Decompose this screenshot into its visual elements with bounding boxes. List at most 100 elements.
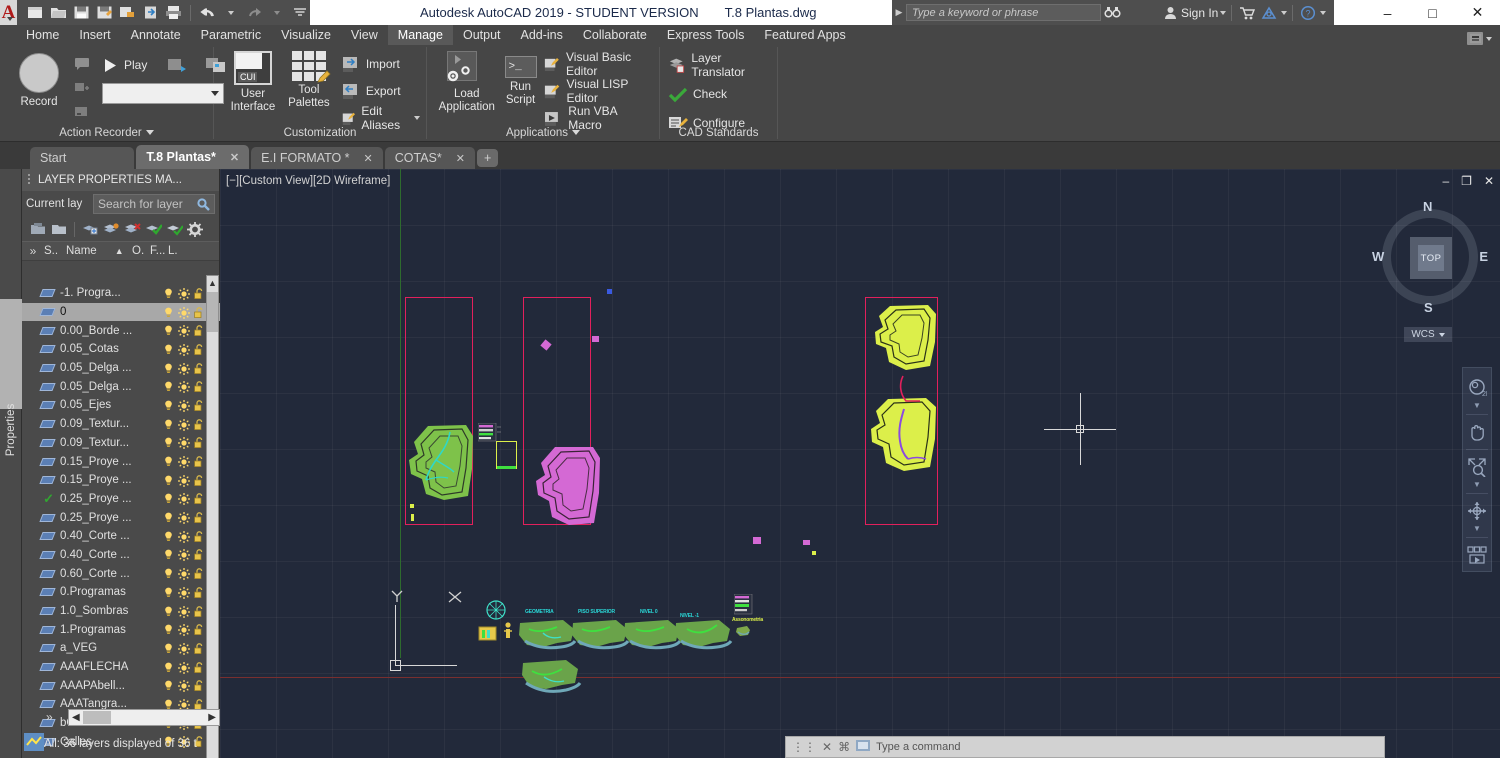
- layer-on-icon[interactable]: [164, 549, 173, 560]
- layer-lock-icon[interactable]: [194, 437, 204, 449]
- panel-title-action-recorder[interactable]: Action Recorder: [0, 123, 213, 142]
- tool-palettes-button[interactable]: Tool Palettes: [284, 49, 334, 110]
- visual-lisp-editor-button[interactable]: Visual LISP Editor: [544, 77, 653, 105]
- zoom-extents-icon[interactable]: [1465, 455, 1489, 479]
- open-folder-icon[interactable]: [48, 3, 68, 23]
- layer-on-icon[interactable]: [164, 587, 173, 598]
- properties-palette-strip[interactable]: Properties: [0, 169, 22, 758]
- command-history-close-icon[interactable]: ✕: [822, 740, 832, 754]
- layer-row[interactable]: 0.Programas: [22, 583, 220, 602]
- help-icon[interactable]: ?: [1298, 3, 1318, 23]
- application-menu-button[interactable]: A: [0, 0, 17, 25]
- layer-lock-icon[interactable]: [194, 288, 204, 299]
- tab-parametric[interactable]: Parametric: [191, 25, 271, 45]
- column-header-freeze[interactable]: F...: [150, 245, 168, 257]
- layer-freeze-icon[interactable]: [178, 381, 190, 394]
- search-expand-icon[interactable]: ▶: [892, 7, 906, 18]
- layer-lock-icon[interactable]: [194, 605, 204, 617]
- layer-on-icon[interactable]: [164, 437, 173, 448]
- layer-freeze-icon[interactable]: [178, 530, 190, 543]
- view-cube-south[interactable]: S: [1424, 300, 1433, 315]
- drag-grip-icon[interactable]: [28, 174, 30, 186]
- layer-lock-icon[interactable]: [194, 325, 204, 337]
- layer-row[interactable]: 0.09_Textur...: [22, 434, 220, 453]
- layer-on-icon[interactable]: [164, 456, 173, 467]
- pan-hand-icon[interactable]: [1465, 420, 1489, 444]
- layer-freeze-icon[interactable]: [178, 399, 190, 412]
- tab-manage[interactable]: Manage: [387, 25, 453, 45]
- scroll-up-icon[interactable]: ▲: [207, 276, 218, 290]
- layer-freeze-icon[interactable]: [178, 512, 190, 525]
- chevron-down-icon[interactable]: ▼: [1473, 525, 1481, 533]
- new-file-icon[interactable]: [25, 3, 45, 23]
- tab-annotate[interactable]: Annotate: [121, 25, 191, 45]
- column-header-status[interactable]: S..: [44, 245, 66, 257]
- layer-filter-badge-icon[interactable]: [24, 733, 44, 751]
- app-dropdown-icon[interactable]: [1281, 10, 1288, 15]
- layer-lock-icon[interactable]: [194, 568, 204, 580]
- view-cube-west[interactable]: W: [1372, 249, 1384, 264]
- terrain-plan-yellow-top[interactable]: [872, 304, 940, 372]
- layer-translator-button[interactable]: Layer Translator: [668, 51, 771, 79]
- file-tab-t8-plantas[interactable]: T.8 Plantas* ✕: [136, 145, 250, 169]
- thumbnail-plan-1[interactable]: [517, 617, 577, 655]
- layer-lock-icon[interactable]: [194, 661, 204, 673]
- panel-title-cad-standards[interactable]: CAD Standards: [660, 123, 777, 142]
- layer-on-icon[interactable]: [164, 512, 173, 523]
- check-standards-button[interactable]: Check: [668, 82, 771, 106]
- steering-wheel-icon[interactable]: 2D: [1465, 376, 1489, 400]
- layer-row[interactable]: 0.09_Textur...: [22, 415, 220, 434]
- customize-qat-icon[interactable]: [290, 3, 310, 23]
- search-input[interactable]: Type a keyword or phrase: [906, 4, 1101, 21]
- layer-freeze-icon[interactable]: [178, 586, 190, 599]
- hscrollbar-thumb[interactable]: [83, 711, 111, 724]
- layer-row[interactable]: 0.05_Delga ...: [22, 359, 220, 378]
- layer-freeze-icon[interactable]: [178, 605, 190, 618]
- terrain-plan-green[interactable]: [406, 424, 476, 504]
- tab-featured-apps[interactable]: Featured Apps: [754, 25, 855, 45]
- viewport-restore-button[interactable]: ❐: [1461, 174, 1472, 188]
- view-cube-north[interactable]: N: [1423, 199, 1432, 214]
- export-icon[interactable]: [140, 3, 160, 23]
- tab-output[interactable]: Output: [453, 25, 511, 45]
- layer-on-icon[interactable]: [164, 531, 173, 542]
- maximize-button[interactable]: □: [1410, 0, 1455, 25]
- drawing-viewport[interactable]: [−][Custom View][2D Wireframe] – ❐ ✕ GEO…: [220, 169, 1500, 758]
- thumbnail-plan-4[interactable]: [673, 617, 733, 655]
- chevron-down-icon[interactable]: ▼: [1473, 402, 1481, 410]
- layer-lock-icon[interactable]: [194, 512, 204, 524]
- delete-layer-icon[interactable]: [124, 222, 141, 236]
- layer-lock-icon[interactable]: [194, 530, 204, 542]
- layer-freeze-icon[interactable]: [178, 568, 190, 581]
- layer-on-icon[interactable]: [164, 419, 173, 430]
- layer-list[interactable]: -1. Progra... 0 0.00_Borde ... 0.05_Cotas 0.…: [22, 284, 220, 758]
- layer-row[interactable]: 1.Programas: [22, 620, 220, 639]
- set-current-layer-icon[interactable]: [145, 222, 163, 236]
- layer-row[interactable]: 1.0_Sombras: [22, 602, 220, 621]
- layer-freeze-icon[interactable]: [178, 343, 190, 356]
- layer-on-icon[interactable]: [164, 325, 173, 336]
- layer-lock-icon[interactable]: [194, 344, 204, 355]
- insert-message-icon[interactable]: [70, 53, 94, 75]
- layer-lock-icon[interactable]: [194, 680, 204, 692]
- layer-row[interactable]: 0.25_Proye ...: [22, 508, 220, 527]
- run-script-button[interactable]: >_ Run Script: [499, 49, 543, 107]
- thumbnail-plan-2[interactable]: [570, 617, 630, 655]
- file-tab-cotas[interactable]: COTAS* ✕: [384, 147, 475, 169]
- layer-row[interactable]: a_VEG: [22, 639, 220, 658]
- plot-preview-icon[interactable]: [117, 3, 137, 23]
- layer-lock-icon[interactable]: [194, 418, 204, 430]
- layer-row[interactable]: 0.40_Corte ...: [22, 527, 220, 546]
- layer-on-icon[interactable]: [164, 606, 173, 617]
- layer-list-hscrollbar[interactable]: ◀ ▶: [68, 709, 220, 726]
- command-search-icon[interactable]: ⌘: [838, 740, 850, 754]
- orbit-icon[interactable]: [1465, 499, 1489, 523]
- layer-palette-title-bar[interactable]: LAYER PROPERTIES MA...: [22, 169, 219, 191]
- record-button[interactable]: Record: [12, 51, 66, 109]
- ribbon-options-dropdown-icon[interactable]: [1486, 36, 1492, 41]
- layer-search-input[interactable]: Search for layer: [93, 194, 215, 214]
- layer-lock-icon[interactable]: [194, 306, 204, 318]
- section-curve-red[interactable]: [898, 374, 928, 410]
- legend-block-assonometria[interactable]: [734, 594, 756, 616]
- import-customization-button[interactable]: Import: [342, 52, 420, 76]
